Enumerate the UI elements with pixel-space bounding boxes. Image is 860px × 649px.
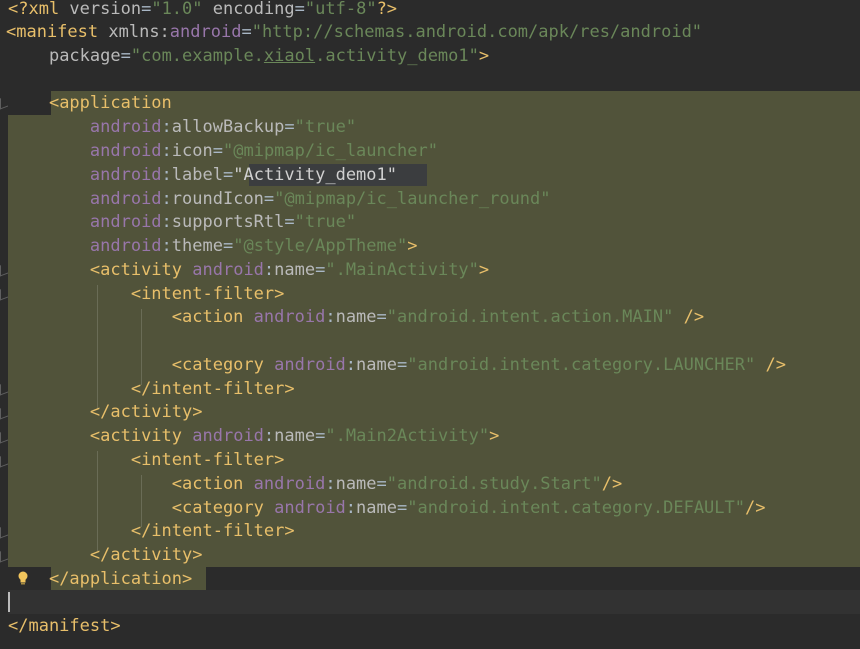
activity-close-tag: </activity>	[89, 402, 203, 422]
activity-tag: <activity	[89, 426, 183, 446]
fold-marker-icon[interactable]	[0, 453, 8, 468]
code-line[interactable]: android:roundIcon="@mipmap/ic_launcher_r…	[8, 187, 551, 211]
intent-filter-tag: <intent-filter>	[130, 284, 285, 304]
attribute-value: "com.example.	[130, 46, 264, 66]
attribute-value: "utf-8"	[304, 0, 377, 19]
attribute-value: "android.intent.action.MAIN"	[386, 307, 674, 327]
code-line[interactable]: android:supportsRtl="true"	[8, 210, 356, 234]
action-tag: <action	[171, 307, 244, 327]
code-line[interactable]: <action android:name="android.study.Star…	[8, 472, 622, 496]
xml-editor[interactable]: <?xml version="1.0" encoding="utf-8"?> <…	[0, 0, 860, 649]
code-line[interactable]: android:icon="@mipmap/ic_launcher"	[8, 139, 438, 163]
namespace-prefix: android	[169, 22, 242, 42]
attribute-value: "true"	[294, 117, 357, 137]
attribute-name: xmlns:	[108, 22, 170, 42]
code-line[interactable]: <activity android:name=".MainActivity">	[8, 258, 489, 282]
attribute-name: encoding	[212, 0, 295, 19]
code-line[interactable]: android:allowBackup="true"	[8, 115, 356, 139]
code-line[interactable]: <activity android:name=".Main2Activity">	[8, 424, 500, 448]
code-line[interactable]: </application>	[8, 567, 192, 591]
attribute-value: "@mipmap/ic_launcher"	[223, 141, 438, 161]
attribute-value: "http://schemas.android.com/apk/res/andr…	[251, 22, 703, 42]
fold-marker-icon[interactable]	[0, 262, 8, 277]
application-close-tag: </application>	[48, 569, 193, 589]
namespace-prefix: android	[192, 426, 264, 446]
namespace-prefix: android	[89, 165, 162, 185]
xml-declaration-close: ?>	[376, 0, 398, 19]
code-line[interactable]: android:label="Activity_demo1"	[8, 163, 397, 187]
fold-marker-icon[interactable]	[0, 286, 8, 301]
attribute-value: ".Main2Activity"	[325, 426, 490, 446]
code-line[interactable]: </activity>	[8, 400, 203, 424]
attribute-name: allowBackup	[171, 117, 285, 137]
attribute-name: version	[69, 0, 142, 19]
namespace-prefix: android	[89, 141, 162, 161]
fold-marker-icon[interactable]	[0, 405, 8, 420]
attribute-value: "android.intent.category.LAUNCHER"	[407, 355, 756, 375]
attribute-name: theme	[171, 236, 223, 256]
attribute-name: label	[171, 165, 223, 185]
attribute-value: "android.study.Start"	[386, 474, 602, 494]
code-line[interactable]: package="com.example.xiaol.activity_demo…	[8, 44, 489, 68]
selection-highlight	[51, 91, 860, 115]
manifest-close-tag: </manifest>	[8, 616, 121, 636]
activity-close-tag: </activity>	[89, 545, 203, 565]
attribute-value: "@mipmap/ic_launcher_round"	[274, 189, 551, 209]
action-tag: <action	[171, 474, 244, 494]
attribute-name: roundIcon	[171, 189, 264, 209]
code-line[interactable]: <intent-filter>	[8, 448, 285, 472]
fold-marker-icon[interactable]	[0, 381, 8, 396]
code-line[interactable]: <category android:name="android.intent.c…	[8, 496, 766, 520]
attribute-value: "true"	[294, 212, 357, 232]
code-line[interactable]: </intent-filter>	[8, 519, 295, 543]
code-line[interactable]: <intent-filter>	[8, 282, 285, 306]
application-tag: <application	[48, 93, 172, 113]
code-line[interactable]: <?xml version="1.0" encoding="utf-8"?>	[8, 0, 397, 21]
code-line[interactable]: <action android:name="android.intent.act…	[8, 305, 704, 329]
manifest-tag: <manifest	[6, 22, 99, 42]
category-tag: <category	[171, 355, 264, 375]
attribute-value: ".MainActivity"	[325, 260, 479, 280]
fold-marker-icon[interactable]	[0, 95, 8, 110]
attribute-value: "@style/AppTheme"	[233, 236, 408, 256]
attribute-value: "Activity_demo1"	[233, 165, 397, 185]
attribute-name: supportsRtl	[171, 212, 285, 232]
typo-underlined-word: xiaol	[263, 46, 316, 66]
activity-tag: <activity	[89, 260, 183, 280]
code-line[interactable]: <manifest xmlns:android="http://schemas.…	[6, 20, 702, 44]
text-caret	[8, 592, 10, 612]
code-line[interactable]: <category android:name="android.intent.c…	[8, 353, 786, 377]
code-line[interactable]: android:theme="@style/AppTheme">	[8, 234, 418, 258]
intent-filter-close-tag: </intent-filter>	[130, 521, 295, 541]
attribute-name: icon	[171, 141, 213, 161]
namespace-prefix: android	[89, 189, 162, 209]
attribute-value: .activity_demo1"	[315, 46, 479, 66]
namespace-prefix: android	[89, 117, 162, 137]
intent-filter-tag: <intent-filter>	[130, 450, 285, 470]
fold-marker-icon[interactable]	[0, 429, 8, 444]
code-line[interactable]: <application	[8, 91, 172, 115]
tag-close: >	[478, 46, 490, 66]
xml-declaration: <?xml	[8, 0, 70, 19]
category-tag: <category	[171, 498, 264, 518]
code-line[interactable]: </intent-filter>	[8, 377, 295, 401]
attribute-name: name	[274, 260, 316, 280]
attribute-value: "1.0"	[151, 0, 203, 19]
fold-marker-icon[interactable]	[0, 524, 8, 539]
current-line-highlight	[8, 590, 860, 614]
code-line[interactable]: </activity>	[8, 543, 203, 567]
namespace-prefix: android	[89, 212, 162, 232]
namespace-prefix: android	[192, 260, 264, 280]
namespace-prefix: android	[89, 236, 162, 256]
fold-marker-icon[interactable]	[0, 548, 8, 563]
attribute-name: name	[274, 426, 316, 446]
code-line[interactable]: </manifest>	[8, 614, 121, 638]
intent-filter-close-tag: </intent-filter>	[130, 379, 295, 399]
attribute-value: "android.intent.category.DEFAULT"	[407, 498, 746, 518]
